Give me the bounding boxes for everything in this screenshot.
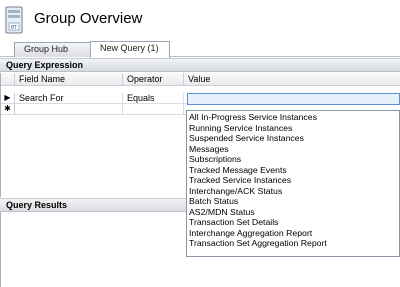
query-expression-header: Query Expression: [0, 58, 400, 72]
operator-cell[interactable]: Equals: [123, 93, 184, 104]
tab-new-query[interactable]: New Query (1): [90, 41, 170, 58]
dropdown-option[interactable]: Subscriptions: [187, 154, 399, 165]
field-name-cell[interactable]: [15, 104, 123, 115]
dropdown-option[interactable]: All In-Progress Service Instances: [187, 112, 399, 123]
value-dropdown-list[interactable]: All In-Progress Service Instances Runnin…: [186, 110, 400, 257]
tab-group-hub[interactable]: Group Hub: [14, 42, 92, 57]
dropdown-option[interactable]: Suspended Service Instances: [187, 133, 399, 144]
dropdown-option[interactable]: Running Service Instances: [187, 123, 399, 134]
dropdown-option[interactable]: AS2/MDN Status: [187, 207, 399, 218]
tab-strip: Group Hub New Query (1): [0, 40, 400, 58]
svg-text:BT: BT: [11, 25, 17, 31]
dropdown-option[interactable]: Interchange Aggregation Report: [187, 228, 399, 239]
dropdown-option[interactable]: Interchange/ACK Status: [187, 186, 399, 197]
tab-label: Group Hub: [24, 44, 69, 54]
dropdown-option[interactable]: Transaction Set Details: [187, 217, 399, 228]
row-header-corner: [1, 73, 15, 86]
dropdown-option[interactable]: Batch Status: [187, 196, 399, 207]
current-row-arrow-icon: ▶: [1, 93, 15, 104]
new-row-asterisk-icon: ✱: [1, 104, 15, 115]
value-combobox[interactable]: [187, 93, 400, 105]
window-title: Group Overview: [34, 10, 143, 27]
dropdown-option[interactable]: Tracked Service Instances: [187, 175, 399, 186]
grid-header: Field Name Operator Value: [1, 73, 400, 86]
tab-label: New Query (1): [100, 43, 159, 53]
dropdown-option[interactable]: Messages: [187, 144, 399, 155]
column-header-field-name[interactable]: Field Name: [15, 73, 123, 86]
title-bar: BT Group Overview: [0, 0, 400, 40]
biztalk-group-icon: BT: [5, 6, 23, 34]
dropdown-option[interactable]: Transaction Set Aggregation Report: [187, 238, 399, 249]
operator-cell[interactable]: [123, 104, 184, 115]
dropdown-option[interactable]: Tracked Message Events: [187, 165, 399, 176]
field-name-cell[interactable]: Search For: [15, 93, 123, 104]
column-header-value[interactable]: Value: [184, 73, 400, 86]
column-header-operator[interactable]: Operator: [123, 73, 184, 86]
